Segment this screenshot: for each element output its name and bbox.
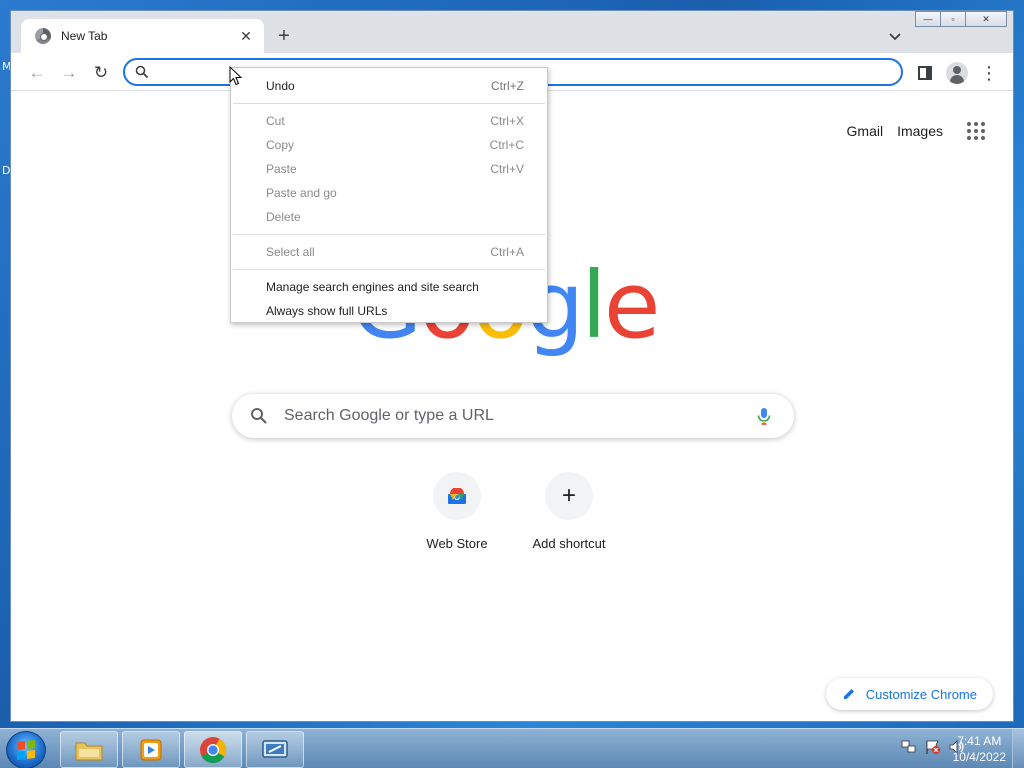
minimize-button[interactable]: —	[915, 11, 941, 27]
folder-icon	[75, 742, 103, 760]
taskbar-remote-desktop[interactable]	[246, 731, 304, 768]
logo-letter: l	[581, 252, 607, 359]
search-icon	[135, 65, 149, 79]
maximize-button[interactable]: ▫	[940, 11, 966, 27]
window-controls: — ▫ ✕	[915, 11, 1007, 29]
profile-button[interactable]	[945, 61, 969, 85]
tab-close-icon[interactable]: ✕	[236, 26, 256, 46]
start-button[interactable]	[6, 731, 46, 768]
ntp-search-box[interactable]: Search Google or type a URL	[232, 394, 794, 438]
menu-item-label: Delete	[266, 210, 301, 224]
taskbar-file-explorer[interactable]	[60, 731, 118, 768]
chrome-menu-button[interactable]: ⋮	[977, 61, 1001, 85]
google-apps-icon[interactable]	[967, 122, 985, 140]
web-store-icon	[448, 488, 466, 504]
new-tab-button[interactable]: +	[273, 25, 295, 47]
context-menu-item-cut: Cut Ctrl+X	[231, 109, 547, 133]
context-menu-item-paste-and-go: Paste and go	[231, 181, 547, 205]
forward-button[interactable]: →	[57, 61, 81, 85]
context-menu-item-undo[interactable]: Undo Ctrl+Z	[231, 74, 547, 98]
tab-strip: New Tab ✕ + — ▫ ✕	[11, 11, 1013, 53]
menu-item-label: Cut	[266, 114, 285, 128]
shortcut-add[interactable]: + Add shortcut	[513, 472, 625, 551]
menu-item-shortcut: Ctrl+V	[490, 162, 524, 176]
taskbar-chrome[interactable]	[184, 731, 242, 768]
side-panel-button[interactable]	[913, 61, 937, 85]
tab-search-chevron-icon[interactable]	[885, 27, 905, 47]
chrome-icon	[200, 736, 227, 763]
taskbar: 7:41 AM 10/4/2022	[0, 728, 1024, 768]
close-window-button[interactable]: ✕	[965, 11, 1007, 27]
search-placeholder: Search Google or type a URL	[284, 407, 494, 424]
mouse-cursor-icon	[229, 66, 243, 86]
menu-item-label: Undo	[266, 79, 295, 93]
profile-avatar-icon	[946, 62, 968, 84]
top-links: Gmail Images	[847, 122, 985, 140]
menu-item-label: Manage search engines and site search	[266, 280, 479, 294]
add-icon: +	[561, 482, 576, 509]
menu-item-label: Paste and go	[266, 186, 337, 200]
reload-button[interactable]: ↻	[89, 61, 113, 85]
side-panel-icon	[918, 66, 932, 80]
taskbar-clock[interactable]: 7:41 AM 10/4/2022	[953, 733, 1006, 765]
media-player-icon	[140, 739, 162, 760]
add-shortcut-tile: +	[545, 472, 593, 520]
shortcut-web-store[interactable]: Web Store	[401, 472, 513, 551]
logo-letter: e	[603, 252, 661, 359]
context-menu-item-manage-search-engines-and-site-search[interactable]: Manage search engines and site search	[231, 275, 547, 299]
menu-separator	[233, 103, 545, 104]
menu-item-shortcut: Ctrl+Z	[491, 79, 524, 93]
menu-item-shortcut: Ctrl+C	[489, 138, 524, 152]
clock-time: 7:41 AM	[957, 734, 1002, 748]
action-center-flag-icon[interactable]	[924, 739, 942, 755]
back-button[interactable]: ←	[25, 61, 49, 85]
context-menu-item-always-show-full-urls[interactable]: Always show full URLs	[231, 299, 547, 323]
search-icon	[251, 408, 267, 424]
remote-desktop-icon	[262, 739, 288, 758]
tab-new-tab[interactable]: New Tab ✕	[21, 19, 264, 53]
voice-search-mic-icon[interactable]	[754, 406, 774, 426]
images-link[interactable]: Images	[897, 123, 943, 139]
context-menu-item-delete: Delete	[231, 205, 547, 229]
show-desktop-button[interactable]	[1012, 729, 1024, 768]
menu-item-label: Select all	[266, 245, 315, 259]
clock-date: 10/4/2022	[952, 750, 1006, 764]
tab-title: New Tab	[61, 29, 108, 43]
context-menu-item-select-all: Select all Ctrl+A	[231, 240, 547, 264]
gmail-link[interactable]: Gmail	[847, 123, 884, 139]
menu-item-label: Paste	[266, 162, 297, 176]
context-menu-item-paste: Paste Ctrl+V	[231, 157, 547, 181]
shortcut-label: Web Store	[426, 536, 488, 551]
omnibox-context-menu: Undo Ctrl+Z Cut Ctrl+X Copy Ctrl+C Paste Ctrl+V…	[230, 67, 548, 323]
taskbar-media-player[interactable]	[122, 731, 180, 768]
chrome-favicon-icon	[35, 28, 51, 44]
network-icon[interactable]	[900, 739, 918, 755]
menu-item-label: Always show full URLs	[266, 304, 388, 318]
menu-item-shortcut: Ctrl+X	[490, 114, 524, 128]
menu-item-shortcut: Ctrl+A	[490, 245, 524, 259]
more-vert-icon: ⋮	[980, 63, 998, 83]
pencil-icon	[843, 689, 854, 699]
menu-separator	[233, 234, 545, 235]
shortcut-label: Add shortcut	[532, 536, 606, 551]
windows-logo-icon	[17, 740, 35, 760]
menu-item-label: Copy	[266, 138, 295, 152]
menu-separator	[233, 269, 545, 270]
web-store-tile	[433, 472, 481, 520]
customize-chrome-button[interactable]: Customize Chrome	[825, 678, 993, 710]
customize-chrome-label: Customize Chrome	[865, 686, 977, 702]
context-menu-item-copy: Copy Ctrl+C	[231, 133, 547, 157]
